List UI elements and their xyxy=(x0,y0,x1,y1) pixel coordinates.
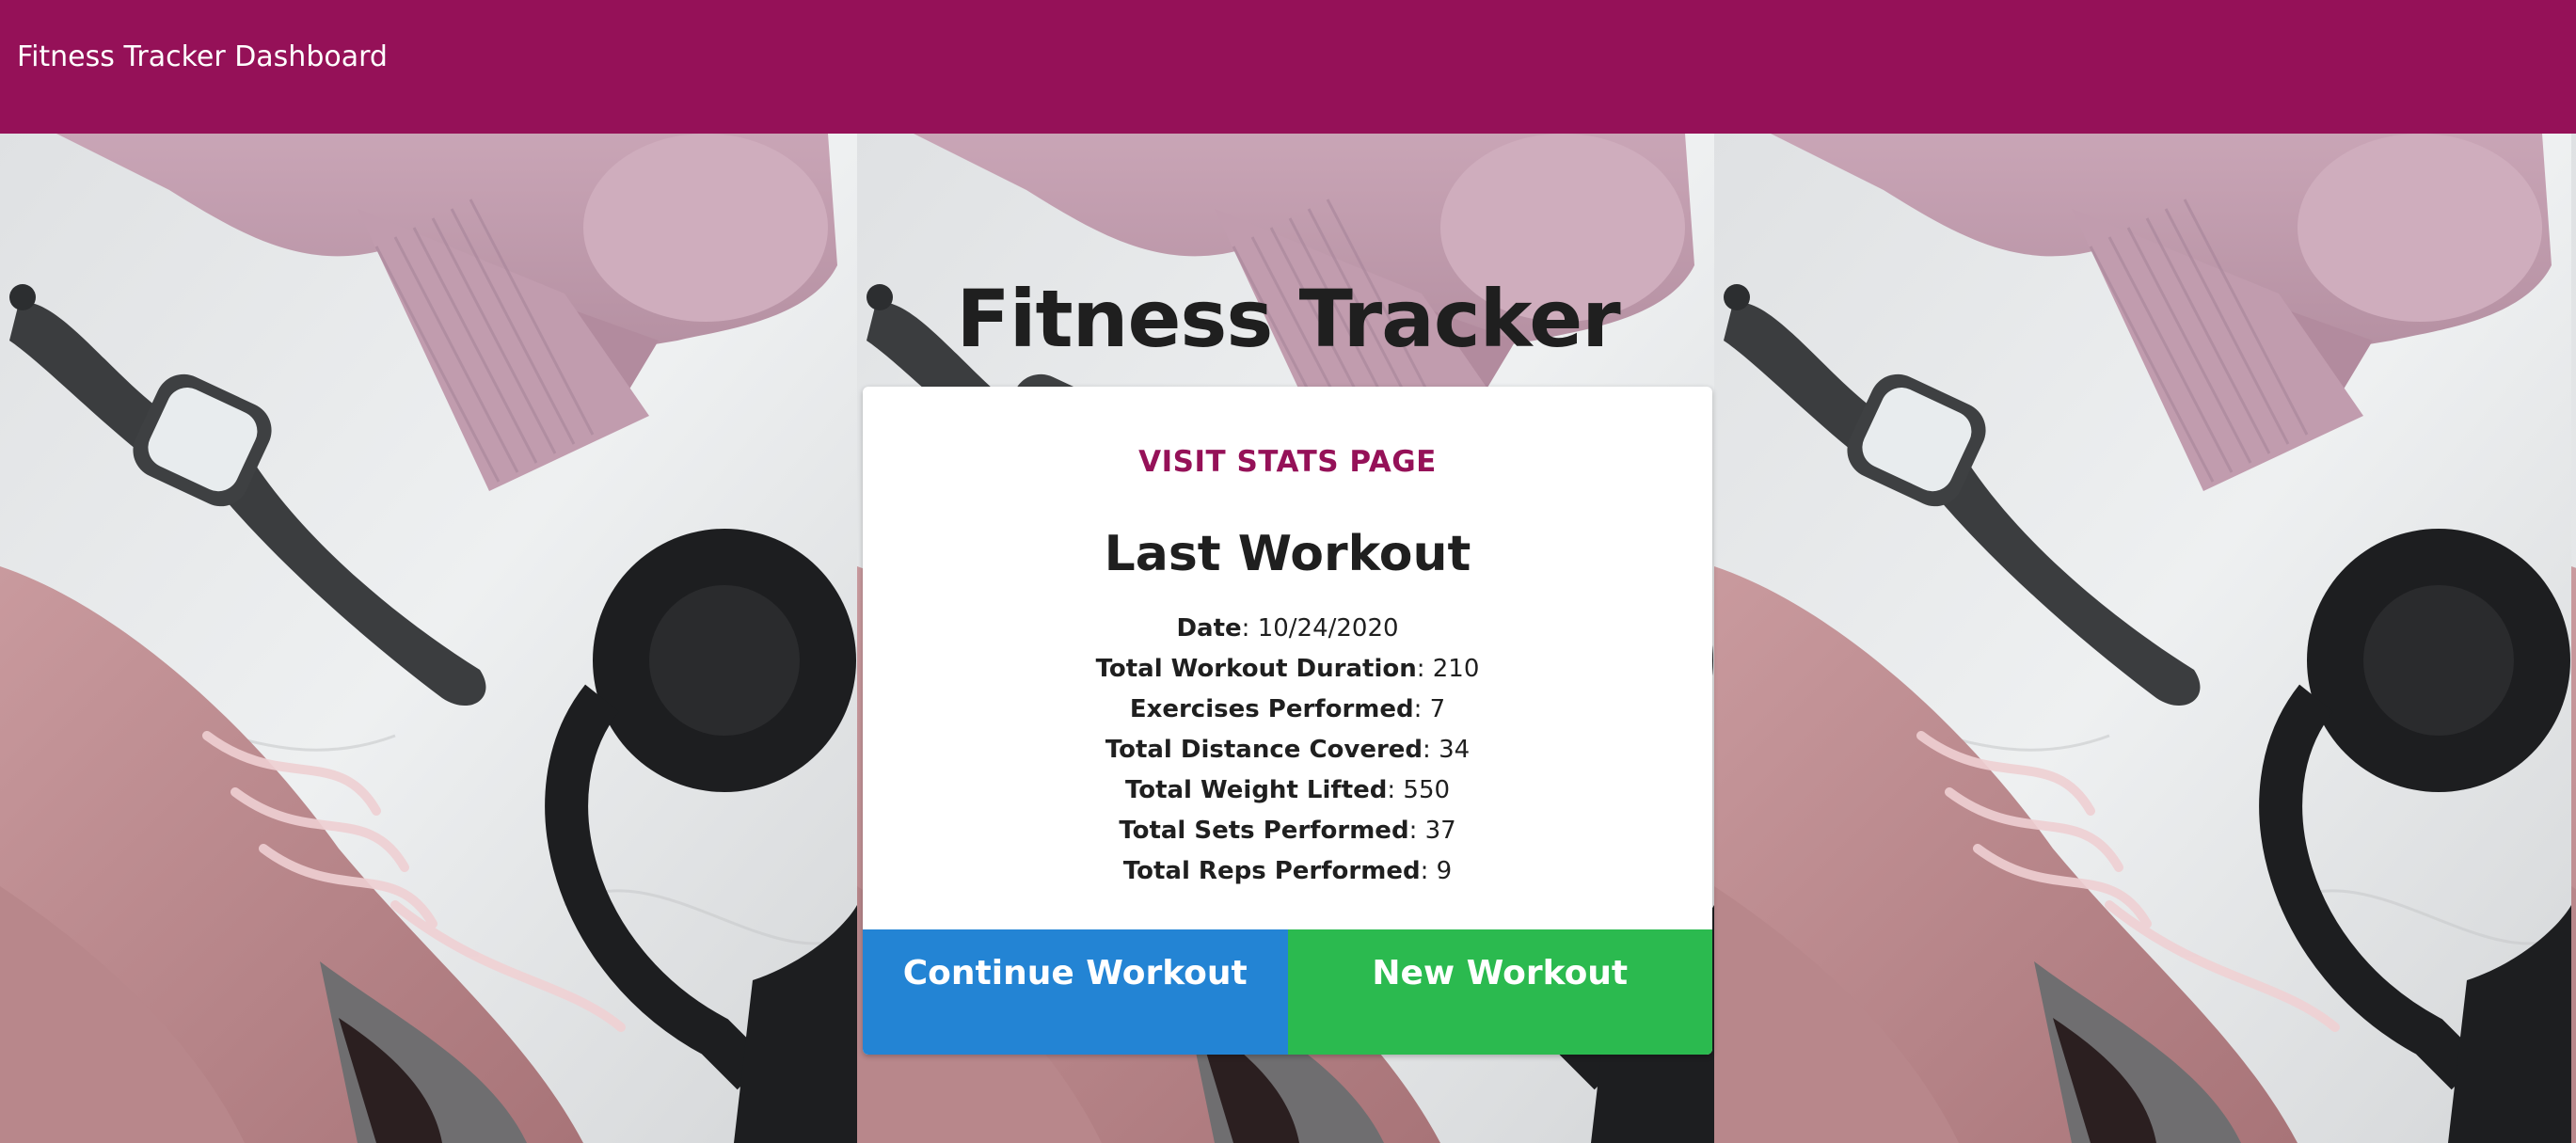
visit-stats-link[interactable]: VISIT STATS PAGE xyxy=(863,443,1712,481)
stat-row-reps: Total Reps Performed: 9 xyxy=(1122,857,1453,885)
navbar-brand[interactable]: Fitness Tracker Dashboard xyxy=(17,38,388,77)
stat-label: Total Workout Duration xyxy=(1095,655,1417,683)
new-workout-button[interactable]: New Workout xyxy=(1287,929,1712,1055)
stat-value: 37 xyxy=(1424,817,1456,845)
stat-row-sets: Total Sets Performed: 37 xyxy=(1119,817,1456,845)
stat-value: 34 xyxy=(1439,736,1471,764)
stat-value: 9 xyxy=(1436,857,1453,885)
card-actions: Continue Workout New Workout xyxy=(863,929,1712,1055)
stat-value: 7 xyxy=(1429,695,1446,723)
stat-value: 210 xyxy=(1432,655,1480,683)
card-title: Last Workout xyxy=(1104,526,1471,582)
stat-label: Date xyxy=(1176,614,1242,643)
continue-workout-button[interactable]: Continue Workout xyxy=(863,929,1288,1055)
stat-label: Total Distance Covered xyxy=(1105,736,1423,764)
stat-label: Total Sets Performed xyxy=(1119,817,1409,845)
page-title: Fitness Tracker xyxy=(956,273,1620,365)
stat-row-date: Date: 10/24/2020 xyxy=(1176,614,1399,643)
last-workout-card: VISIT STATS PAGE Last Workout Date: 10/2… xyxy=(863,387,1712,1055)
top-navbar: Fitness Tracker Dashboard xyxy=(0,0,2576,134)
stat-row-duration: Total Workout Duration: 210 xyxy=(1095,655,1480,683)
workout-stats-list: Date: 10/24/2020 Total Workout Duration:… xyxy=(863,609,1712,892)
stat-label: Exercises Performed xyxy=(1129,695,1414,723)
stat-label: Total Reps Performed xyxy=(1122,857,1421,885)
stat-row-distance: Total Distance Covered: 34 xyxy=(1105,736,1471,764)
stat-label: Total Weight Lifted xyxy=(1124,776,1388,804)
stat-value: 10/24/2020 xyxy=(1257,614,1399,643)
stat-row-exercises: Exercises Performed: 7 xyxy=(1129,695,1446,723)
stat-row-weight: Total Weight Lifted: 550 xyxy=(1124,776,1451,804)
stat-value: 550 xyxy=(1403,776,1451,804)
